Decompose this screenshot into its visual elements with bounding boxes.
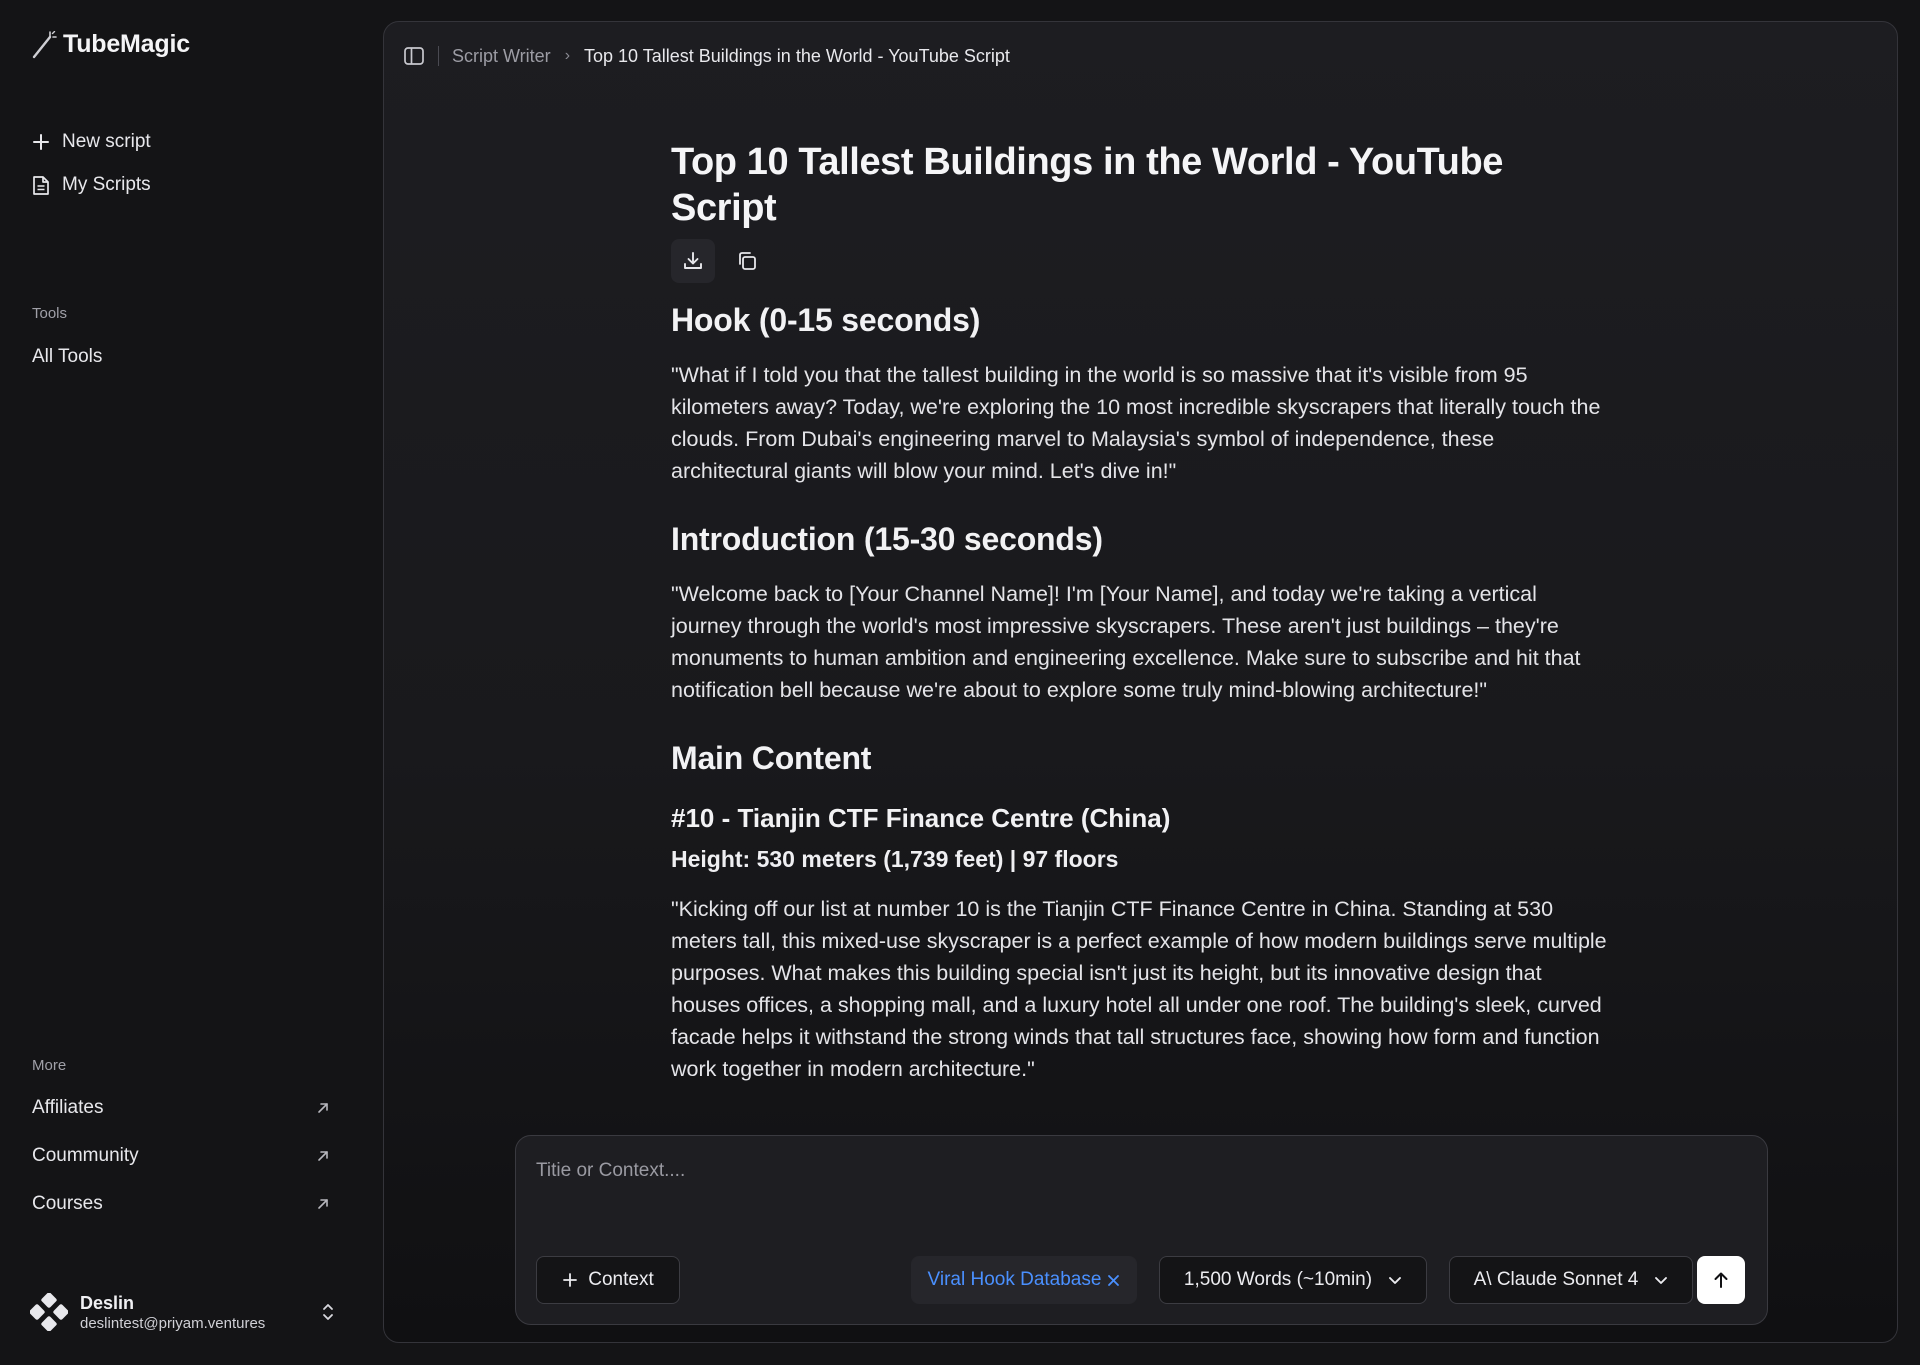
script-document: Top 10 Tallest Buildings in the World - … [671, 140, 1611, 1085]
document-title: Top 10 Tallest Buildings in the World - … [671, 141, 1503, 229]
external-link-icon [318, 1151, 328, 1161]
avatar [30, 1293, 68, 1331]
app-name: TubeMagic [63, 30, 190, 58]
external-link-icon [318, 1199, 328, 1209]
new-script-button[interactable]: New script [32, 131, 151, 153]
title-context-input[interactable] [536, 1154, 1636, 1188]
add-context-button[interactable]: Context [536, 1256, 680, 1304]
breadcrumb-current: Top 10 Tallest Buildings in the World - … [584, 45, 1010, 66]
copy-icon [739, 252, 756, 271]
section-heading: Introduction (15-30 seconds) [671, 521, 1103, 558]
download-icon [684, 252, 702, 270]
affiliates-label: Affiliates [32, 1097, 104, 1118]
tag-label: Viral Hook Database [927, 1269, 1102, 1290]
chevron-down-icon [1389, 1276, 1402, 1284]
user-info: Deslin deslintest@priyam.ventures [80, 1293, 265, 1332]
section-heading: Main Content [671, 740, 872, 777]
breadcrumb: Script Writer › Top 10 Tallest Buildings… [404, 44, 1010, 68]
item-meta: Height: 530 meters (1,739 feet) | 97 flo… [671, 846, 1119, 873]
section-body: "What if I told you that the tallest bui… [671, 363, 1601, 484]
plus-icon [563, 1273, 578, 1287]
user-email: deslintest@priyam.ventures [80, 1314, 266, 1332]
download-button[interactable] [671, 239, 715, 284]
magic-wand-icon [32, 30, 57, 58]
word-count-select[interactable]: 1,500 Words (~10min) [1159, 1256, 1427, 1304]
main-panel: Script Writer › Top 10 Tallest Buildings… [383, 21, 1898, 1343]
tools-section-label: Tools [32, 305, 68, 322]
section-body: "Welcome back to [Your Channel Name]! I'… [671, 582, 1581, 703]
copy-button[interactable] [725, 239, 769, 283]
plus-icon [33, 134, 49, 150]
section-heading: Hook (0-15 seconds) [671, 302, 981, 339]
chevron-right-icon: › [564, 47, 571, 64]
viral-hook-database-tag[interactable]: Viral Hook Database [911, 1256, 1137, 1304]
community-link[interactable]: Coummunity [32, 1145, 330, 1167]
item-body: "Kicking off our list at number 10 is th… [671, 897, 1607, 1082]
affiliates-link[interactable]: Affiliates [32, 1097, 330, 1119]
model-select[interactable]: A\ Claude Sonnet 4 [1449, 1256, 1693, 1304]
brand-logo[interactable]: TubeMagic [31, 30, 190, 59]
model-label: A\ Claude Sonnet 4 [1473, 1269, 1639, 1290]
word-count-label: 1,500 Words (~10min) [1183, 1269, 1373, 1290]
all-tools-link[interactable]: All Tools [32, 346, 102, 368]
community-label: Coummunity [32, 1145, 139, 1166]
document-icon [33, 175, 49, 195]
close-icon[interactable] [1107, 1274, 1120, 1287]
send-button[interactable] [1697, 1256, 1745, 1304]
external-link-icon [318, 1103, 328, 1113]
document-actions [671, 239, 1611, 284]
prompt-composer: Context Viral Hook Database 1,500 Words … [515, 1135, 1768, 1325]
user-account-menu[interactable]: Deslin deslintest@priyam.ventures [30, 1290, 335, 1334]
item-title: #10 - Tianjin CTF Finance Centre (China) [671, 803, 1171, 834]
breadcrumb-divider [438, 46, 439, 66]
new-script-label: New script [62, 131, 151, 152]
context-label: Context [588, 1269, 654, 1290]
user-name: Deslin [80, 1292, 135, 1313]
sidebar: TubeMagic New script My Scripts Tools Al… [0, 0, 383, 1365]
arrow-up-icon [1714, 1272, 1728, 1288]
courses-link[interactable]: Courses [32, 1193, 330, 1215]
courses-label: Courses [32, 1193, 103, 1214]
chevron-up-down-icon[interactable] [321, 1301, 335, 1323]
more-section-label: More [32, 1057, 67, 1074]
my-scripts-link[interactable]: My Scripts [32, 174, 151, 196]
breadcrumb-parent-link[interactable]: Script Writer [452, 46, 551, 67]
my-scripts-label: My Scripts [62, 174, 151, 195]
sidebar-toggle-icon[interactable] [404, 47, 424, 65]
chevron-down-icon [1655, 1276, 1668, 1284]
